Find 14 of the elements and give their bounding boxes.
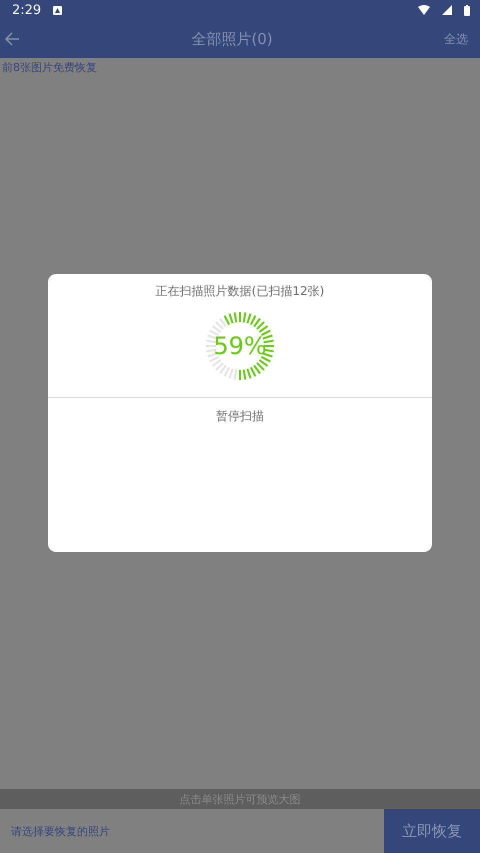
select-prompt: 请选择要恢复的照片 (10, 824, 111, 838)
battery-icon (464, 4, 470, 16)
notice-text: 前8张图片免费恢复 (1, 60, 98, 76)
progress-percent: 59% (212, 332, 268, 360)
select-all-button[interactable]: 全选 (444, 30, 468, 48)
signal-icon (442, 5, 452, 15)
pause-scan-button[interactable]: 暂停扫描 (210, 406, 270, 427)
scan-message: 正在扫描照片数据(已扫描12张) (156, 283, 324, 300)
notification-icon (53, 6, 62, 14)
back-arrow-icon[interactable] (4, 31, 20, 47)
page-title: 全部照片(0) (191, 30, 273, 48)
wifi-icon (418, 5, 430, 15)
restore-button[interactable]: 立即恢复 (384, 809, 480, 853)
status-time: 2:29 (12, 2, 42, 18)
